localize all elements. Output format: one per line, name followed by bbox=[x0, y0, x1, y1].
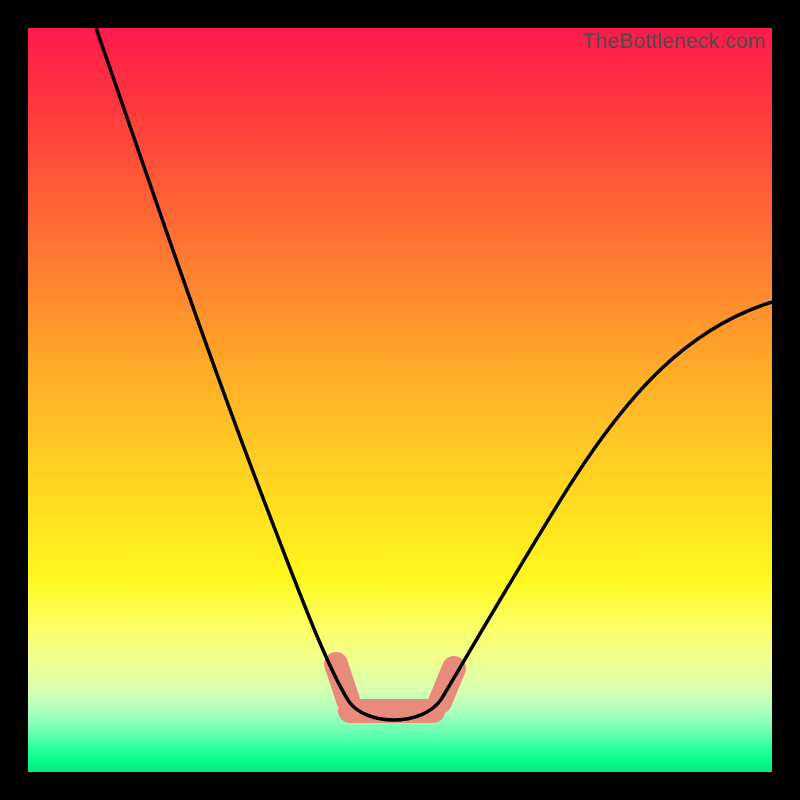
plot-area: TheBottleneck.com bbox=[28, 28, 772, 772]
chart-frame: TheBottleneck.com bbox=[0, 0, 800, 800]
bottleneck-curve bbox=[96, 28, 772, 720]
watermark-text: TheBottleneck.com bbox=[583, 30, 766, 54]
curve-svg bbox=[28, 28, 772, 772]
